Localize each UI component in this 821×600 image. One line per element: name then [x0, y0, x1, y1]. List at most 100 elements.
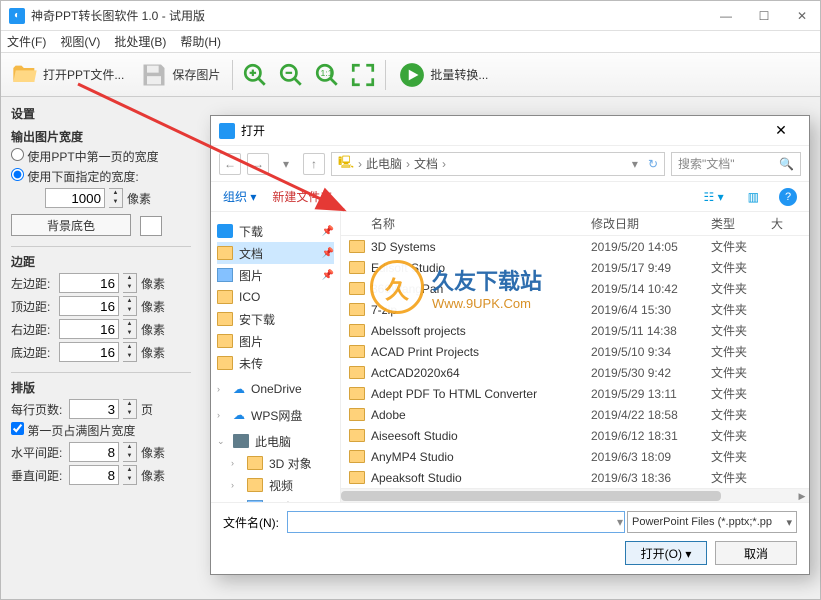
folder-icon — [349, 429, 365, 442]
hgap-input[interactable] — [69, 442, 119, 462]
file-row[interactable]: Edisoft Studio2019/5/17 9:49文件夹 — [341, 257, 809, 278]
menu-view[interactable]: 视图(V) — [60, 33, 100, 50]
filetype-combo[interactable]: PowerPoint Files (*.pptx;*.pp▾ — [627, 511, 797, 533]
dialog-close-button[interactable]: ✕ — [761, 122, 801, 139]
separator — [385, 60, 386, 90]
per-row-input[interactable] — [69, 399, 119, 419]
tree-ax[interactable]: 安下载 — [217, 308, 334, 330]
open-dialog: 打开 ✕ ← → ▾ ↑ 🖳 › 此电脑 › 文档 › ▾ ↻ 搜索"文档" 🔍… — [210, 115, 810, 575]
folder-icon — [349, 303, 365, 316]
dialog-icon — [219, 123, 235, 139]
close-button[interactable]: ✕ — [792, 9, 812, 23]
view-options-icon[interactable]: ☷ ▾ — [700, 188, 728, 206]
margin-right-input[interactable] — [59, 319, 119, 339]
cancel-button[interactable]: 取消 — [715, 541, 797, 565]
app-icon: ◐ — [9, 8, 25, 24]
file-row[interactable]: ACAD Print Projects2019/5/10 9:34文件夹 — [341, 341, 809, 362]
fullscreen-icon[interactable] — [349, 61, 377, 89]
window-title: 神奇PPT转长图软件 1.0 - 试用版 — [31, 7, 716, 24]
nav-up-button[interactable]: ↑ — [303, 153, 325, 175]
width-spinner[interactable]: ▲▼ — [109, 188, 123, 208]
margin-left-input[interactable] — [59, 273, 119, 293]
col-date[interactable]: 修改日期 — [591, 215, 711, 232]
tree-pic2[interactable]: 图片 — [217, 330, 334, 352]
main-titlebar: ◐ 神奇PPT转长图软件 1.0 - 试用版 — ☐ ✕ — [1, 1, 820, 31]
radio-use-custom[interactable]: 使用下面指定的宽度: — [11, 168, 191, 185]
zoom-in-icon[interactable] — [241, 61, 269, 89]
tree-downloads[interactable]: 下载📌 — [217, 220, 334, 242]
filename-label: 文件名(N): — [223, 514, 279, 531]
file-row[interactable]: Adept PDF To HTML Converter2019/5/29 13:… — [341, 383, 809, 404]
nav-history-button[interactable]: ▾ — [275, 153, 297, 175]
tree-wps[interactable]: ›☁WPS网盘 — [217, 404, 334, 426]
file-list-header[interactable]: 名称 修改日期 类型 大 — [341, 212, 809, 236]
tree-pictures[interactable]: 图片📌 — [217, 264, 334, 286]
horizontal-scrollbar[interactable]: ◀▶ — [341, 488, 809, 502]
radio-use-first-page[interactable]: 使用PPT中第一页的宽度 — [11, 148, 191, 165]
tree-ico[interactable]: ICO — [217, 286, 334, 308]
nav-forward-button[interactable]: → — [247, 153, 269, 175]
file-row[interactable]: 360WangPan2019/5/14 10:42文件夹 — [341, 278, 809, 299]
folder-open-icon — [11, 61, 39, 89]
download-icon — [217, 224, 233, 238]
bg-color-button[interactable]: 背景底色 — [11, 214, 131, 236]
onedrive-icon: ☁ — [233, 382, 245, 396]
file-row[interactable]: AnyMP4 Studio2019/6/3 18:09文件夹 — [341, 446, 809, 467]
preview-pane-icon[interactable]: ▥ — [744, 188, 763, 206]
menu-file[interactable]: 文件(F) — [7, 33, 46, 50]
zoom-reset-icon[interactable]: 1:1 — [313, 61, 341, 89]
tree-documents[interactable]: 文档📌 — [217, 242, 334, 264]
svg-text:1:1: 1:1 — [321, 68, 333, 78]
tree-video[interactable]: ›视频 — [231, 474, 334, 496]
margin-top-input[interactable] — [59, 296, 119, 316]
batch-convert-button[interactable]: 批量转换... — [394, 57, 492, 93]
col-type[interactable]: 类型 — [711, 215, 771, 232]
col-name[interactable]: 名称 — [349, 215, 591, 232]
col-size[interactable]: 大 — [771, 215, 801, 232]
menu-batch[interactable]: 批处理(B) — [114, 33, 166, 50]
search-input[interactable]: 搜索"文档" 🔍 — [671, 152, 801, 176]
filename-input[interactable] — [287, 511, 625, 533]
file-row[interactable]: Abelssoft projects2019/5/11 14:38文件夹 — [341, 320, 809, 341]
file-row[interactable]: Aiseesoft Studio2019/6/12 18:31文件夹 — [341, 425, 809, 446]
open-ppt-button[interactable]: 打开PPT文件... — [7, 57, 128, 93]
organize-button[interactable]: 组织 ▾ — [223, 188, 256, 205]
margin-bottom-input[interactable] — [59, 342, 119, 362]
unit-px: 像素 — [127, 190, 151, 207]
maximize-button[interactable]: ☐ — [754, 9, 774, 23]
menubar: 文件(F) 视图(V) 批处理(B) 帮助(H) — [1, 31, 820, 53]
vgap-input[interactable] — [69, 465, 119, 485]
menu-help[interactable]: 帮助(H) — [180, 33, 221, 50]
save-label: 保存图片 — [172, 66, 220, 83]
batch-label: 批量转换... — [430, 66, 488, 83]
file-row[interactable]: Adobe2019/4/22 18:58文件夹 — [341, 404, 809, 425]
refresh-icon[interactable]: ↻ — [648, 157, 658, 171]
breadcrumb-path[interactable]: 🖳 › 此电脑 › 文档 › ▾ ↻ — [331, 152, 665, 176]
output-width-heading: 输出图片宽度 — [11, 128, 191, 145]
nav-back-button[interactable]: ← — [219, 153, 241, 175]
bg-color-swatch[interactable] — [140, 216, 162, 236]
file-row[interactable]: 3D Systems2019/5/20 14:05文件夹 — [341, 236, 809, 257]
tree-onedrive[interactable]: ›☁OneDrive — [217, 378, 334, 400]
search-icon: 🔍 — [779, 157, 794, 171]
tree-3dobjects[interactable]: ›3D 对象 — [231, 452, 334, 474]
file-row[interactable]: ActCAD2020x642019/5/30 9:42文件夹 — [341, 362, 809, 383]
tree-thispc[interactable]: ⌄此电脑 — [217, 430, 334, 452]
folder-icon — [349, 324, 365, 337]
fill-first-checkbox[interactable]: 第一页占满图片宽度 — [11, 422, 191, 439]
new-folder-button[interactable]: 新建文件夹 — [272, 188, 332, 205]
layout-heading: 排版 — [11, 379, 191, 396]
file-row[interactable]: 7-zip2019/6/4 15:30文件夹 — [341, 299, 809, 320]
help-icon[interactable]: ? — [779, 188, 797, 206]
file-row[interactable]: Apeaksoft Studio2019/6/3 18:36文件夹 — [341, 467, 809, 488]
zoom-out-icon[interactable] — [277, 61, 305, 89]
tree-wc[interactable]: 未传 — [217, 352, 334, 374]
save-image-button[interactable]: 保存图片 — [136, 57, 224, 93]
folder-icon — [349, 408, 365, 421]
folder-icon — [349, 282, 365, 295]
document-icon — [217, 246, 233, 260]
folder-icon: 🖳 — [338, 153, 354, 174]
width-input[interactable] — [45, 188, 105, 208]
minimize-button[interactable]: — — [716, 9, 736, 23]
open-button[interactable]: 打开(O) ▾ — [625, 541, 707, 565]
